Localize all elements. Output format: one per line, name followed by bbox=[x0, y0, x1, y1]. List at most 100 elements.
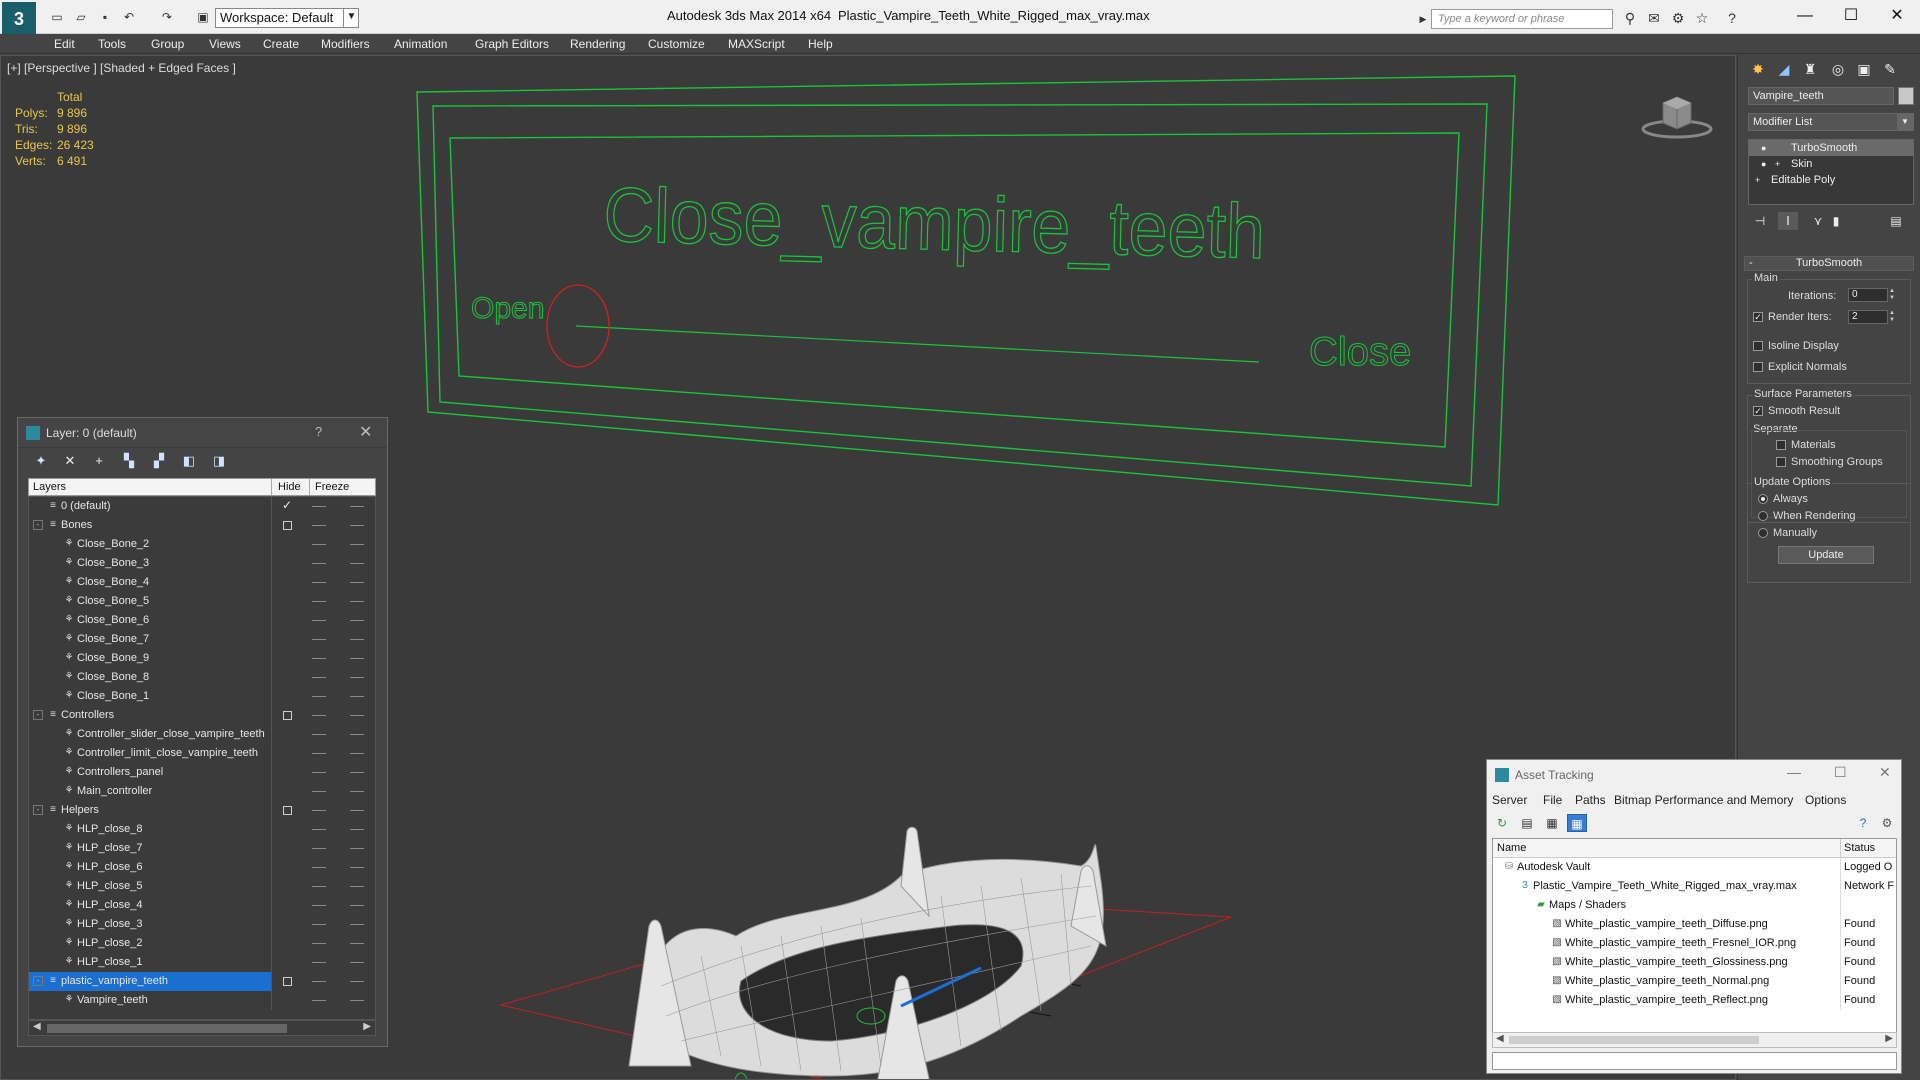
smoothing-groups-checkbox[interactable] bbox=[1776, 457, 1786, 467]
communication-center-icon[interactable]: ✉ bbox=[1644, 9, 1664, 27]
menu-rendering[interactable]: Rendering bbox=[570, 34, 625, 54]
menu-help[interactable]: Help bbox=[808, 34, 833, 54]
hide-toggle[interactable] bbox=[312, 810, 326, 811]
manually-radio[interactable] bbox=[1758, 528, 1768, 538]
freeze-toggle[interactable] bbox=[350, 924, 364, 925]
layer-object-row[interactable]: ⚘ Vampire_teeth bbox=[29, 991, 375, 1010]
hide-toggle[interactable] bbox=[312, 924, 326, 925]
layer-row[interactable]: - ≡ Controllers bbox=[29, 706, 375, 725]
create-tab-icon[interactable]: ✸ bbox=[1746, 57, 1770, 81]
layer-object-row[interactable]: ⚘ HLP_close_4 bbox=[29, 896, 375, 915]
motion-tab-icon[interactable]: ◎ bbox=[1826, 57, 1850, 81]
menu-customize[interactable]: Customize bbox=[648, 34, 705, 54]
freeze-toggle[interactable] bbox=[350, 677, 364, 678]
binoculars-icon[interactable]: ⚲ bbox=[1620, 9, 1640, 27]
collapse-icon[interactable]: - bbox=[33, 710, 43, 720]
freeze-toggle[interactable] bbox=[350, 658, 364, 659]
update-button[interactable]: Update bbox=[1778, 546, 1874, 564]
hide-toggle[interactable] bbox=[312, 905, 326, 906]
asset-row[interactable]: ▰ Maps / Shaders bbox=[1493, 896, 1896, 915]
close-icon[interactable]: ✕ bbox=[359, 422, 372, 442]
freeze-toggle[interactable] bbox=[350, 506, 364, 507]
hide-toggle[interactable] bbox=[312, 506, 326, 507]
freeze-toggle[interactable] bbox=[350, 620, 364, 621]
when-rendering-radio[interactable] bbox=[1758, 511, 1768, 521]
object-color-swatch[interactable] bbox=[1898, 87, 1914, 105]
menu-views[interactable]: Views bbox=[209, 34, 241, 54]
layer-object-row[interactable]: ⚘ Controller_limit_close_vampire_teeth bbox=[29, 744, 375, 763]
scrollbar-thumb[interactable] bbox=[47, 1024, 287, 1033]
asset-table[interactable]: Name Status ⛁ Autodesk Vault Logged O 3 Plas… bbox=[1492, 838, 1897, 1038]
hide-toggle[interactable] bbox=[312, 981, 326, 982]
delete-layer-icon[interactable]: ✕ bbox=[59, 452, 81, 470]
layer-object-row[interactable]: ⚘ HLP_close_8 bbox=[29, 820, 375, 839]
freeze-toggle[interactable] bbox=[350, 943, 364, 944]
layer-list[interactable]: ≡ 0 (default) ✓ - ≡ Bones ⚘ Close_Bone_2 ⚘ Close_… bbox=[28, 496, 376, 1020]
menu-server[interactable]: Server bbox=[1492, 793, 1527, 807]
asset-table-scrollbar[interactable]: ◀ ▶ bbox=[1492, 1032, 1897, 1048]
thumbnail-view-icon[interactable]: ▦ bbox=[1542, 814, 1562, 832]
close-window-button[interactable]: ✕ bbox=[1879, 4, 1915, 28]
menu-edit[interactable]: Edit bbox=[54, 34, 75, 54]
scroll-left-icon[interactable]: ◀ bbox=[33, 1021, 41, 1032]
layer-object-row[interactable]: ⚘ HLP_close_3 bbox=[29, 915, 375, 934]
object-name-field[interactable]: Vampire_teeth bbox=[1748, 87, 1894, 105]
open-file-icon[interactable]: ▱ bbox=[72, 9, 90, 25]
hide-toggle[interactable] bbox=[312, 753, 326, 754]
freeze-toggle[interactable] bbox=[350, 905, 364, 906]
layer-row[interactable]: - ≡ Bones bbox=[29, 516, 375, 535]
layer-object-row[interactable]: ⚘ Close_Bone_2 bbox=[29, 535, 375, 554]
menu-file[interactable]: File bbox=[1543, 793, 1562, 807]
menu-maxscript[interactable]: MAXScript bbox=[728, 34, 785, 54]
hide-toggle[interactable] bbox=[312, 962, 326, 963]
minimize-button[interactable]: — bbox=[1787, 764, 1801, 780]
layer-list-scrollbar[interactable]: ◀ ▶ bbox=[28, 1020, 376, 1036]
hide-toggle[interactable] bbox=[312, 734, 326, 735]
asset-row[interactable]: 3 Plastic_Vampire_Teeth_White_Rigged_max_… bbox=[1493, 877, 1896, 896]
hierarchy-tab-icon[interactable]: ♜ bbox=[1798, 57, 1822, 81]
layer-object-row[interactable]: ⚘ Controllers_panel bbox=[29, 763, 375, 782]
hide-toggle[interactable] bbox=[312, 601, 326, 602]
freeze-toggle[interactable] bbox=[350, 1000, 364, 1001]
freeze-toggle[interactable] bbox=[350, 981, 364, 982]
utilities-tab-icon[interactable]: ✎ bbox=[1878, 57, 1902, 81]
hide-toggle[interactable] bbox=[312, 848, 326, 849]
hide-toggle[interactable] bbox=[312, 943, 326, 944]
pin-stack-icon[interactable]: ⊣ bbox=[1750, 212, 1770, 230]
always-radio[interactable] bbox=[1758, 494, 1768, 504]
hide-toggle[interactable] bbox=[312, 867, 326, 868]
modify-tab-icon[interactable]: ◢ bbox=[1772, 57, 1796, 81]
hide-toggle[interactable] bbox=[312, 791, 326, 792]
chevron-down-icon[interactable]: ▼ bbox=[343, 8, 359, 28]
freeze-toggle[interactable] bbox=[350, 867, 364, 868]
list-view-icon[interactable]: ▤ bbox=[1517, 814, 1537, 832]
freeze-toggle[interactable] bbox=[350, 734, 364, 735]
materials-checkbox[interactable] bbox=[1776, 440, 1786, 450]
menu-paths[interactable]: Paths bbox=[1575, 793, 1606, 807]
remove-modifier-icon[interactable]: ▮ bbox=[1826, 212, 1846, 230]
menu-group[interactable]: Group bbox=[151, 34, 184, 54]
make-unique-icon[interactable]: ⋎ bbox=[1808, 212, 1828, 230]
layer-object-row[interactable]: ⚘ Close_Bone_9 bbox=[29, 649, 375, 668]
exchange-icon[interactable]: ⚙ bbox=[1668, 9, 1688, 27]
search-expand-icon[interactable]: ▶ bbox=[1418, 10, 1428, 28]
layer-object-row[interactable]: ⚘ Close_Bone_8 bbox=[29, 668, 375, 687]
lightbulb-icon[interactable]: ● bbox=[1761, 156, 1766, 172]
column-layers[interactable]: Layers bbox=[33, 481, 66, 493]
freeze-toggle[interactable] bbox=[350, 563, 364, 564]
layer-window-titlebar[interactable]: Layer: 0 (default) ? ✕ bbox=[18, 418, 387, 448]
show-end-result-icon[interactable]: Ⅰ bbox=[1778, 212, 1798, 230]
collapse-icon[interactable]: - bbox=[33, 805, 43, 815]
menu-modifiers[interactable]: Modifiers bbox=[321, 34, 370, 54]
layer-object-row[interactable]: ⚘ Close_Bone_5 bbox=[29, 592, 375, 611]
spinner-arrows-icon[interactable]: ▲ ▼ bbox=[1888, 310, 1896, 324]
new-file-icon[interactable]: ▭ bbox=[48, 9, 66, 25]
asset-row[interactable]: ▧ White_plastic_vampire_teeth_Reflect.png… bbox=[1493, 991, 1896, 1010]
iterations-spinner[interactable]: 0 bbox=[1848, 288, 1888, 302]
column-status[interactable]: Status bbox=[1844, 842, 1875, 854]
column-hide[interactable]: Hide bbox=[278, 481, 301, 493]
viewcube-icon[interactable] bbox=[1641, 91, 1715, 141]
scroll-right-icon[interactable]: ▶ bbox=[363, 1021, 371, 1032]
save-file-icon[interactable]: ▪ bbox=[96, 9, 114, 25]
scroll-left-icon[interactable]: ◀ bbox=[1496, 1033, 1504, 1044]
